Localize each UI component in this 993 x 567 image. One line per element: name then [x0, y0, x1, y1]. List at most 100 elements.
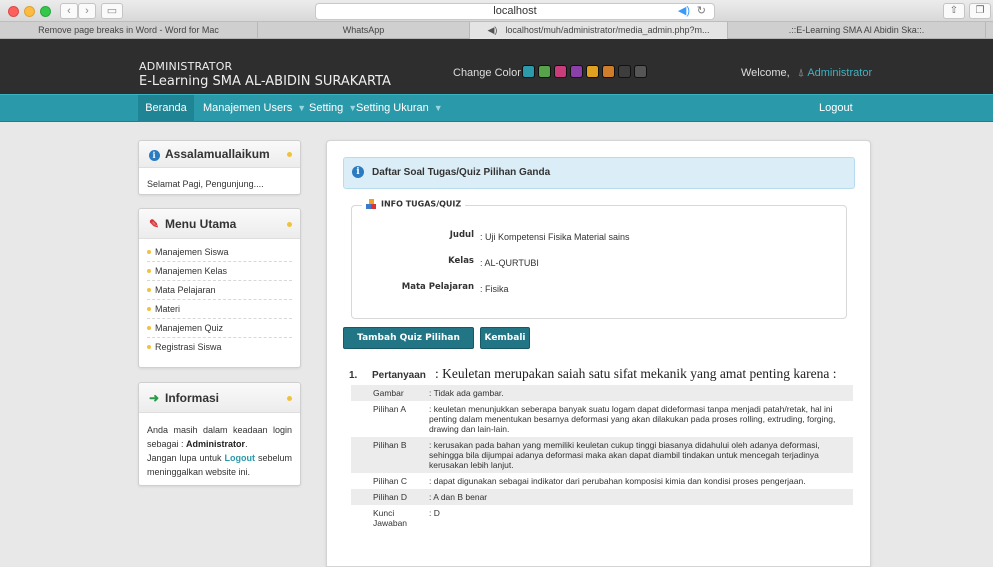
color-swatch[interactable] — [538, 65, 551, 78]
nav-label: Beranda — [145, 102, 187, 114]
color-swatch[interactable] — [586, 65, 599, 78]
change-color-label: Change Color — [453, 67, 521, 79]
nav-label: Setting Ukuran — [356, 102, 429, 114]
user-icon: ⍋ — [797, 67, 805, 79]
row-value: : kerusakan pada bahan yang memiliki keu… — [419, 437, 853, 473]
nav-label: Setting — [309, 102, 344, 114]
nav-setting-ukuran[interactable]: Setting Ukuran ▼ — [356, 95, 443, 122]
info-row-kelas: Kelas : AL-QURTUBI — [352, 256, 848, 270]
color-swatch[interactable] — [634, 65, 647, 78]
greeting-box: i Assalamuallaikum Selamat Pagi, Pengunju… — [138, 140, 301, 195]
reload-icon[interactable]: ↻ — [697, 4, 706, 19]
nav-logout[interactable]: Logout — [819, 95, 853, 122]
speaker-icon[interactable]: ◀) — [487, 25, 497, 35]
info-label: Mata Pelajaran — [401, 282, 474, 292]
browser-tab[interactable]: .::E-Learning SMA Al Abidin Ska::. — [728, 22, 986, 39]
back-button[interactable]: Kembali — [480, 327, 530, 349]
info-label: Judul — [449, 230, 474, 240]
dot-icon — [287, 222, 292, 227]
info-line2a: Jangan lupa untuk — [147, 453, 222, 463]
menu-list: Manajemen Siswa Manajemen Kelas Mata Pel… — [139, 239, 300, 361]
greeting-title: Assalamuallaikum — [165, 147, 270, 161]
table-row: Pilihan D: A dan B benar — [351, 489, 853, 505]
speaker-icon[interactable]: ◀) — [678, 4, 690, 19]
menu-item-manajemen-siswa[interactable]: Manajemen Siswa — [147, 243, 292, 262]
info-row-mata-pelajaran: Mata Pelajaran : Fisika — [352, 282, 848, 296]
nav-label: Manajemen Users — [203, 102, 293, 114]
tab-label: WhatsApp — [342, 25, 385, 35]
menu-item-registrasi-siswa[interactable]: Registrasi Siswa — [147, 338, 292, 357]
nav-beranda[interactable]: Beranda — [138, 95, 194, 122]
browser-tab-active[interactable]: ◀) localhost/muh/administrator/media_admi… — [470, 22, 728, 39]
greeting-text: Selamat Pagi, Pengunjung.... — [147, 179, 264, 189]
row-value: : keuletan menunjukkan seberapa banyak s… — [419, 401, 853, 437]
browser-tab-bar: Remove page breaks in Word - Word for Ma… — [0, 22, 993, 39]
table-row: Pilihan C: dapat digunakan sebagai indik… — [351, 473, 853, 489]
info-value: : AL-QURTUBI — [480, 258, 539, 268]
color-swatch[interactable] — [554, 65, 567, 78]
fieldset-legend: INFO TUGAS/QUIZ — [362, 199, 466, 209]
close-window-button[interactable] — [8, 6, 19, 17]
tab-label: localhost/muh/administrator/media_admin.… — [505, 25, 710, 35]
info-box-header: ➜ Informasi — [139, 383, 300, 413]
menu-item-manajemen-quiz[interactable]: Manajemen Quiz — [147, 319, 292, 338]
info-logout-link[interactable]: Logout — [224, 453, 255, 463]
row-key: Pilihan C — [351, 473, 419, 489]
row-key: Kunci Jawaban — [351, 505, 419, 531]
pin-icon: ✎ — [148, 217, 160, 231]
show-tabs-icon[interactable]: ❐ — [969, 3, 991, 19]
row-value: : Tidak ada gambar. — [419, 385, 853, 401]
row-value: : D — [419, 505, 853, 531]
color-swatches — [522, 65, 647, 78]
menu-box-header: ✎ Menu Utama — [139, 209, 300, 239]
add-quiz-button[interactable]: Tambah Quiz Pilihan ganda — [343, 327, 474, 363]
welcome-label: Welcome, — [741, 67, 790, 79]
info-role: Administrator — [186, 439, 246, 449]
legend-text: INFO TUGAS/QUIZ — [381, 199, 462, 209]
info-row-judul: Judul : Uji Kompetensi Fisika Material s… — [352, 230, 848, 244]
row-key: Pilihan D — [351, 489, 419, 505]
chevron-down-icon: ▼ — [297, 103, 307, 113]
share-icon[interactable]: ⇧ — [943, 3, 965, 19]
table-row: Pilihan A: keuletan menunjukkan seberapa… — [351, 401, 853, 437]
info-label: Kelas — [448, 256, 474, 266]
menu-title: Menu Utama — [165, 217, 237, 231]
browser-tab[interactable]: Remove page breaks in Word - Word for Ma… — [0, 22, 258, 39]
color-swatch[interactable] — [522, 65, 535, 78]
menu-item-mata-pelajaran[interactable]: Mata Pelajaran — [147, 281, 292, 300]
address-bar[interactable]: localhost ◀) ↻ — [315, 3, 715, 20]
nav-setting[interactable]: Setting ▼ — [309, 95, 357, 122]
info-box: ➜ Informasi Anda masih dalam keadaan logi… — [138, 382, 301, 486]
question-label: Pertanyaan — [372, 370, 426, 381]
color-swatch[interactable] — [570, 65, 583, 78]
chevron-down-icon: ▼ — [433, 103, 443, 113]
question-detail-table: Gambar: Tidak ada gambar. Pilihan A: keu… — [351, 385, 853, 531]
user-link[interactable]: Administrator — [807, 67, 872, 79]
info-value: : Fisika — [480, 284, 509, 294]
menu-item-manajemen-kelas[interactable]: Manajemen Kelas — [147, 262, 292, 281]
forward-icon[interactable]: › — [78, 3, 96, 19]
main-panel: i Daftar Soal Tugas/Quiz Pilihan Ganda IN… — [326, 140, 871, 567]
info-title: Informasi — [165, 391, 220, 405]
nav-manajemen-users[interactable]: Manajemen Users ▼ — [203, 95, 306, 122]
dot-icon — [287, 396, 292, 401]
sidebar-toggle-icon[interactable]: ▭ — [101, 3, 123, 19]
site-brand: ADMINISTRATOR E-Learning SMA AL-ABIDIN S… — [139, 60, 391, 89]
zoom-window-button[interactable] — [40, 6, 51, 17]
tab-label: .::E-Learning SMA Al Abidin Ska::. — [788, 25, 925, 35]
row-key: Pilihan A — [351, 401, 419, 437]
color-swatch[interactable] — [602, 65, 615, 78]
color-swatch[interactable] — [618, 65, 631, 78]
tab-label: Remove page breaks in Word - Word for Ma… — [38, 25, 219, 35]
menu-item-materi[interactable]: Materi — [147, 300, 292, 319]
table-row: Pilihan B: kerusakan pada bahan yang mem… — [351, 437, 853, 473]
back-icon[interactable]: ‹ — [60, 3, 78, 19]
browser-tab[interactable]: WhatsApp — [258, 22, 470, 39]
browser-toolbar: ‹ › ▭ localhost ◀) ↻ ⇧ ❐ — [0, 0, 993, 22]
page-title: Daftar Soal Tugas/Quiz Pilihan Ganda — [372, 167, 551, 178]
info-value: : Uji Kompetensi Fisika Material sains — [480, 232, 630, 242]
blocks-icon — [366, 199, 377, 209]
minimize-window-button[interactable] — [24, 6, 35, 17]
question-number: 1. — [349, 370, 358, 381]
arrow-right-icon: ➜ — [148, 391, 160, 405]
